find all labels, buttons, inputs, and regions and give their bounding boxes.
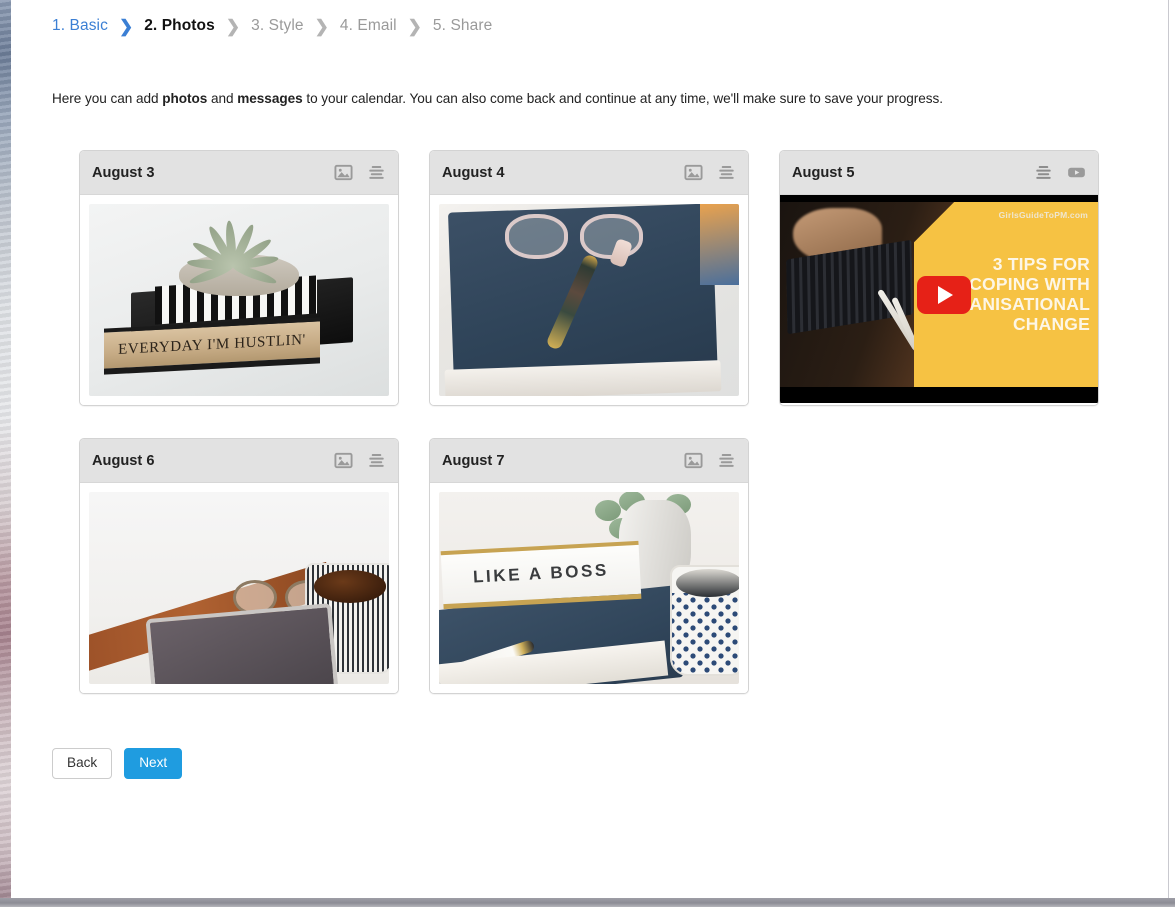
desktop-background-strip bbox=[0, 0, 11, 907]
chevron-right-icon: ❯ bbox=[407, 16, 422, 36]
intro-text-1: Here you can add bbox=[52, 91, 163, 106]
card-body: EVERYDAY I'M HUSTLIN' bbox=[80, 195, 398, 405]
card-title: August 7 bbox=[442, 452, 505, 469]
day-card-august-5: August 5 GirlsGuideToPM.com 3 TIPS FOR C… bbox=[779, 150, 1099, 406]
chevron-right-icon: ❯ bbox=[314, 16, 329, 36]
card-header-actions bbox=[334, 163, 386, 182]
intro-text-2: and bbox=[207, 91, 238, 106]
image-icon[interactable] bbox=[684, 451, 703, 470]
page-description: Here you can add photos and messages to … bbox=[11, 91, 1168, 106]
wizard-step-style[interactable]: 3. Style bbox=[251, 17, 304, 35]
intro-text-3: to your calendar. You can also come back… bbox=[302, 91, 943, 106]
day-card-august-4: August 4 bbox=[429, 150, 749, 406]
day-card-august-7: August 7 LIKE A BOSS bbox=[429, 438, 749, 694]
next-button[interactable]: Next bbox=[124, 748, 183, 779]
card-header: August 6 bbox=[80, 439, 398, 483]
wizard-page: 1. Basic ❯ 2. Photos ❯ 3. Style ❯ 4. Ema… bbox=[11, 0, 1169, 898]
wizard-step-photos[interactable]: 2. Photos bbox=[144, 17, 215, 35]
card-body: LIKE A BOSS bbox=[430, 483, 748, 693]
image-icon[interactable] bbox=[684, 163, 703, 182]
lines-icon[interactable] bbox=[717, 451, 736, 470]
card-title: August 3 bbox=[92, 164, 155, 181]
window-bottom-bar bbox=[0, 898, 1175, 907]
lines-icon[interactable] bbox=[367, 451, 386, 470]
day-photo-august-7[interactable]: LIKE A BOSS bbox=[439, 492, 739, 684]
image-icon[interactable] bbox=[334, 451, 353, 470]
video-title-line-1: 3 TIPS FOR bbox=[992, 254, 1090, 274]
wizard-step-email[interactable]: 4. Email bbox=[340, 17, 397, 35]
wizard-step-share[interactable]: 5. Share bbox=[433, 17, 492, 35]
calendar-day-card-grid: August 3 EVERYDAY I'M HUSTLIN' August 4 … bbox=[79, 150, 1129, 694]
wizard-step-breadcrumb: 1. Basic ❯ 2. Photos ❯ 3. Style ❯ 4. Ema… bbox=[11, 0, 1168, 35]
card-title: August 4 bbox=[442, 164, 505, 181]
card-header-actions bbox=[1034, 163, 1086, 182]
lines-icon[interactable] bbox=[1034, 163, 1053, 182]
photo-caption: LIKE A BOSS bbox=[472, 560, 610, 587]
card-body bbox=[430, 195, 748, 405]
card-header: August 7 bbox=[430, 439, 748, 483]
card-header: August 5 bbox=[780, 151, 1098, 195]
card-header-actions bbox=[684, 451, 736, 470]
video-watermark: GirlsGuideToPM.com bbox=[998, 210, 1088, 220]
back-button[interactable]: Back bbox=[52, 748, 113, 779]
card-header: August 3 bbox=[80, 151, 398, 195]
intro-bold-photos: photos bbox=[162, 91, 208, 106]
card-title: August 5 bbox=[792, 164, 855, 181]
card-body bbox=[80, 483, 398, 693]
day-card-august-3: August 3 EVERYDAY I'M HUSTLIN' bbox=[79, 150, 399, 406]
card-header: August 4 bbox=[430, 151, 748, 195]
day-photo-august-3[interactable]: EVERYDAY I'M HUSTLIN' bbox=[89, 204, 389, 396]
card-body: GirlsGuideToPM.com 3 TIPS FOR COPING WIT… bbox=[780, 195, 1098, 403]
video-title-line-4: CHANGE bbox=[1012, 314, 1090, 334]
day-photo-august-6[interactable] bbox=[89, 492, 389, 684]
chevron-right-icon: ❯ bbox=[225, 16, 241, 36]
card-title: August 6 bbox=[92, 452, 155, 469]
card-header-actions bbox=[684, 163, 736, 182]
chevron-right-icon: ❯ bbox=[118, 16, 134, 36]
play-button-icon[interactable] bbox=[916, 276, 971, 314]
card-header-actions bbox=[334, 451, 386, 470]
day-card-august-6: August 6 bbox=[79, 438, 399, 694]
day-photo-august-4[interactable] bbox=[439, 204, 739, 396]
youtube-icon[interactable] bbox=[1067, 163, 1086, 182]
photo-caption: EVERYDAY I'M HUSTLIN' bbox=[118, 331, 306, 358]
wizard-step-basic[interactable]: 1. Basic bbox=[52, 17, 108, 35]
image-icon[interactable] bbox=[334, 163, 353, 182]
intro-bold-messages: messages bbox=[237, 91, 303, 106]
lines-icon[interactable] bbox=[717, 163, 736, 182]
lines-icon[interactable] bbox=[367, 163, 386, 182]
day-video-august-5[interactable]: GirlsGuideToPM.com 3 TIPS FOR COPING WIT… bbox=[780, 195, 1098, 403]
wizard-footer-actions: Back Next bbox=[52, 748, 1168, 779]
